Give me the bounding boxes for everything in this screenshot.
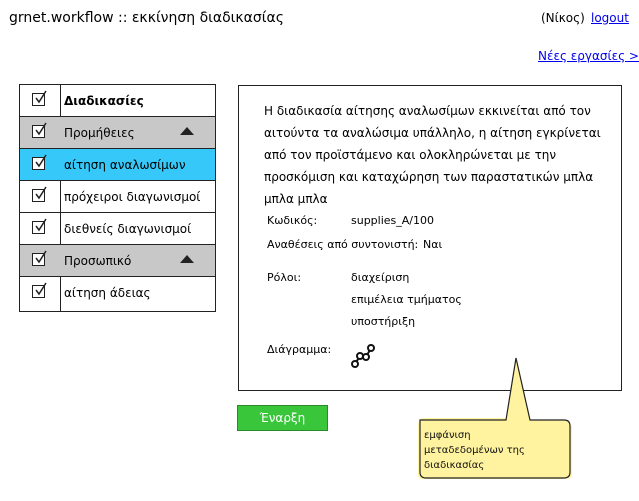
sidebar-group-label: Προσωπικό [64,254,132,268]
sidebar-header-processes: Διαδικασίες [20,85,215,117]
roles-label: Ρόλοι: [267,271,302,284]
coordinator-assignment-value: Ναι [423,238,443,251]
app-title: grnet.workflow :: εκκίνηση διαδικασίας [9,10,284,26]
code-label: Κωδικός: [267,214,318,227]
start-button[interactable]: Έναρξη [237,405,328,431]
sidebar-item-leave-request[interactable]: αίτηση άδειας [20,277,215,309]
new-tasks-link[interactable]: Νέες εργασίες > [538,49,639,63]
sidebar-group-personnel[interactable]: Προσωπικό [20,245,215,277]
annotation-callout-text: εμφάνιση μεταδεδομένων της διαδικασίας [424,430,525,471]
sidebar-group-procurement[interactable]: Προμήθειες [20,117,215,149]
sidebar-item-draft-tenders[interactable]: πρόχειροι διαγωνισμοί [20,181,215,213]
process-sidebar: Διαδικασίες Προμήθειες αίτηση αναλωσίμων… [19,84,216,312]
sidebar-item-international-tenders[interactable]: διεθνείς διαγωνισμοί [20,213,215,245]
sidebar-item-label: αίτηση αναλωσίμων [64,158,186,172]
checkbox-icon[interactable] [32,250,47,266]
role-item: διαχείριση [351,271,410,284]
sidebar-item-supplies-request[interactable]: αίτηση αναλωσίμων [20,149,215,181]
checkbox-icon[interactable] [32,154,47,170]
coordinator-assignment-label: Αναθέσεις από συντονιστή: [267,238,419,251]
workflow-diagram-icon[interactable] [350,343,376,372]
collapse-triangle-icon[interactable] [180,127,194,135]
checkbox-icon[interactable] [32,186,47,202]
checkbox-icon[interactable] [32,282,47,298]
code-value: supplies_A/100 [351,214,435,227]
sidebar-header-label: Διαδικασίες [64,94,144,108]
checkbox-icon[interactable] [32,218,47,234]
process-description: Η διαδικασία αίτησης αναλωσίμων εκκινείτ… [264,104,601,206]
role-item: υποστήριξη [351,315,416,328]
user-name: (Νίκος) [541,11,585,25]
sidebar-item-label: πρόχειροι διαγωνισμοί [64,190,201,204]
sidebar-item-label: διεθνείς διαγωνισμοί [64,222,192,236]
diagram-label: Διάγραμμα: [267,343,332,356]
checkbox-icon[interactable] [32,122,47,138]
role-item: επιμέλεια τμήματος [351,293,462,306]
checkbox-icon[interactable] [32,90,47,106]
sidebar-item-label: αίτηση άδειας [64,286,151,300]
sidebar-group-label: Προμήθειες [64,126,135,140]
logout-link[interactable]: logout [591,11,629,25]
collapse-triangle-icon[interactable] [180,255,194,263]
